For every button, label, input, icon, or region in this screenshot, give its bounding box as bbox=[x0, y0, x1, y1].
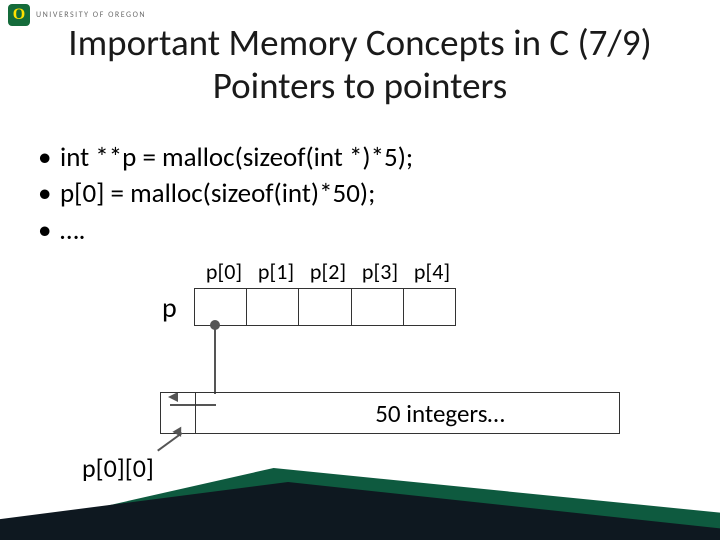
cell-label-2: p[2] bbox=[304, 258, 352, 285]
array50-first-divider bbox=[195, 393, 196, 433]
cell-label-4: p[4] bbox=[408, 258, 456, 285]
cell-label-3: p[3] bbox=[356, 258, 404, 285]
cell-label-1: p[1] bbox=[252, 258, 300, 285]
cell-0 bbox=[195, 289, 247, 325]
array5-labels: p[0] p[1] p[2] p[3] p[4] bbox=[200, 258, 456, 285]
cell-1 bbox=[247, 289, 299, 325]
array-5-cells bbox=[194, 288, 456, 326]
arrow-p00 bbox=[152, 432, 182, 454]
title-line-1: Important Memory Concepts in C (7/9) bbox=[0, 22, 720, 65]
bullet-1: int **p = malloc(sizeof(int *)*5); bbox=[38, 140, 413, 176]
pointer-p-label: p bbox=[162, 290, 177, 325]
title-line-2: Pointers to pointers bbox=[0, 65, 720, 108]
bullet-2: p[0] = malloc(sizeof(int)*50); bbox=[38, 176, 413, 212]
slide-title: Important Memory Concepts in C (7/9) Poi… bbox=[0, 22, 720, 107]
p00-label: p[0][0] bbox=[82, 452, 154, 484]
bullet-3: …. bbox=[38, 213, 413, 249]
arrow-p0-to-array bbox=[214, 322, 216, 394]
cell-label-0: p[0] bbox=[200, 258, 248, 285]
cell-4 bbox=[404, 289, 455, 325]
array50-label: 50 integers… bbox=[310, 398, 570, 429]
cell-3 bbox=[352, 289, 404, 325]
logo-text: UNIVERSITY OF OREGON bbox=[36, 10, 146, 20]
bullet-list: int **p = malloc(sizeof(int *)*5); p[0] … bbox=[38, 140, 413, 249]
cell-2 bbox=[299, 289, 351, 325]
